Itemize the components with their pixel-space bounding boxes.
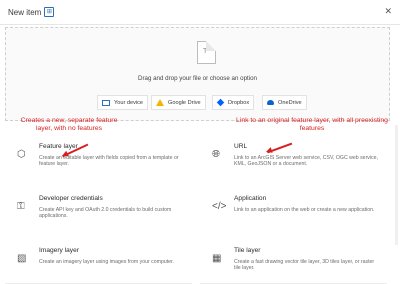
feature-layer-icon: ⬡	[17, 149, 26, 160]
close-icon[interactable]: ✕	[384, 6, 392, 17]
device-icon	[102, 99, 110, 106]
google-drive-icon	[156, 99, 164, 106]
card-title: Feature layer	[39, 143, 78, 150]
tile-layer-icon: ▦	[212, 253, 222, 264]
card-description: Create a fast drawing vector tile layer,…	[234, 259, 375, 272]
onedrive-button[interactable]: OneDrive	[262, 95, 307, 110]
card-title: Tile layer	[234, 247, 261, 254]
google-drive-button[interactable]: Google Drive	[151, 95, 206, 110]
dropbox-icon	[216, 98, 225, 107]
feature-layer-card[interactable]: ⬡ Feature layer Create an editable layer…	[5, 127, 192, 180]
card-description: Create an editable layer with fields cop…	[39, 155, 179, 168]
imagery-layer-card[interactable]: ▧ Imagery layer Create an imagery layer …	[5, 231, 192, 284]
file-dropzone[interactable]: T Drag and drop your file or choose an o…	[5, 27, 390, 121]
code-icon: </>	[212, 201, 227, 212]
source-label: Dropbox	[228, 99, 250, 106]
dropzone-text: Drag and drop your file or choose an opt…	[137, 75, 257, 82]
card-description: Create an imagery layer using images fro…	[39, 259, 174, 265]
source-label: Your device	[114, 99, 144, 106]
source-label: Google Drive	[168, 99, 201, 106]
imagery-icon: ▧	[17, 253, 27, 264]
developer-credentials-card[interactable]: ⚿ Developer credentials Create API key a…	[5, 179, 192, 232]
card-title: Application	[234, 195, 267, 202]
card-description: Create API key and OAuth 2.0 credentials…	[39, 207, 172, 220]
globe-icon: 🌐︎	[212, 149, 220, 160]
card-description: Link to an application on the web or cre…	[234, 207, 375, 213]
key-icon: ⚿	[17, 201, 25, 212]
onedrive-icon	[267, 100, 274, 105]
file-icon: T	[197, 41, 216, 64]
scrollbar[interactable]	[395, 125, 398, 245]
card-title: Developer credentials	[39, 195, 103, 202]
source-label: OneDrive	[278, 99, 302, 106]
item-icon: ⊞	[44, 7, 55, 17]
card-title: Imagery layer	[39, 247, 79, 254]
url-card[interactable]: 🌐︎ URL Link to an ArcGIS Server web serv…	[200, 127, 387, 180]
annotation-right: Link to an original feature layer, with …	[236, 117, 388, 132]
dialog-title: New item	[8, 7, 42, 17]
tile-layer-card[interactable]: ▦ Tile layer Create a fast drawing vecto…	[200, 231, 387, 284]
upload-sources: Your device Google Drive Dropbox OneDriv…	[6, 95, 389, 111]
card-description: Link to an ArcGIS Server web service, CS…	[234, 155, 378, 168]
application-card[interactable]: </> Application Link to an application o…	[200, 179, 387, 232]
your-device-button[interactable]: Your device	[97, 95, 149, 110]
dropbox-button[interactable]: Dropbox	[212, 95, 255, 110]
annotation-left: Creates a new, separate feature layer, w…	[20, 117, 118, 132]
dialog-header: New item ⊞ ✕	[0, 0, 400, 25]
card-title: URL	[234, 143, 248, 150]
